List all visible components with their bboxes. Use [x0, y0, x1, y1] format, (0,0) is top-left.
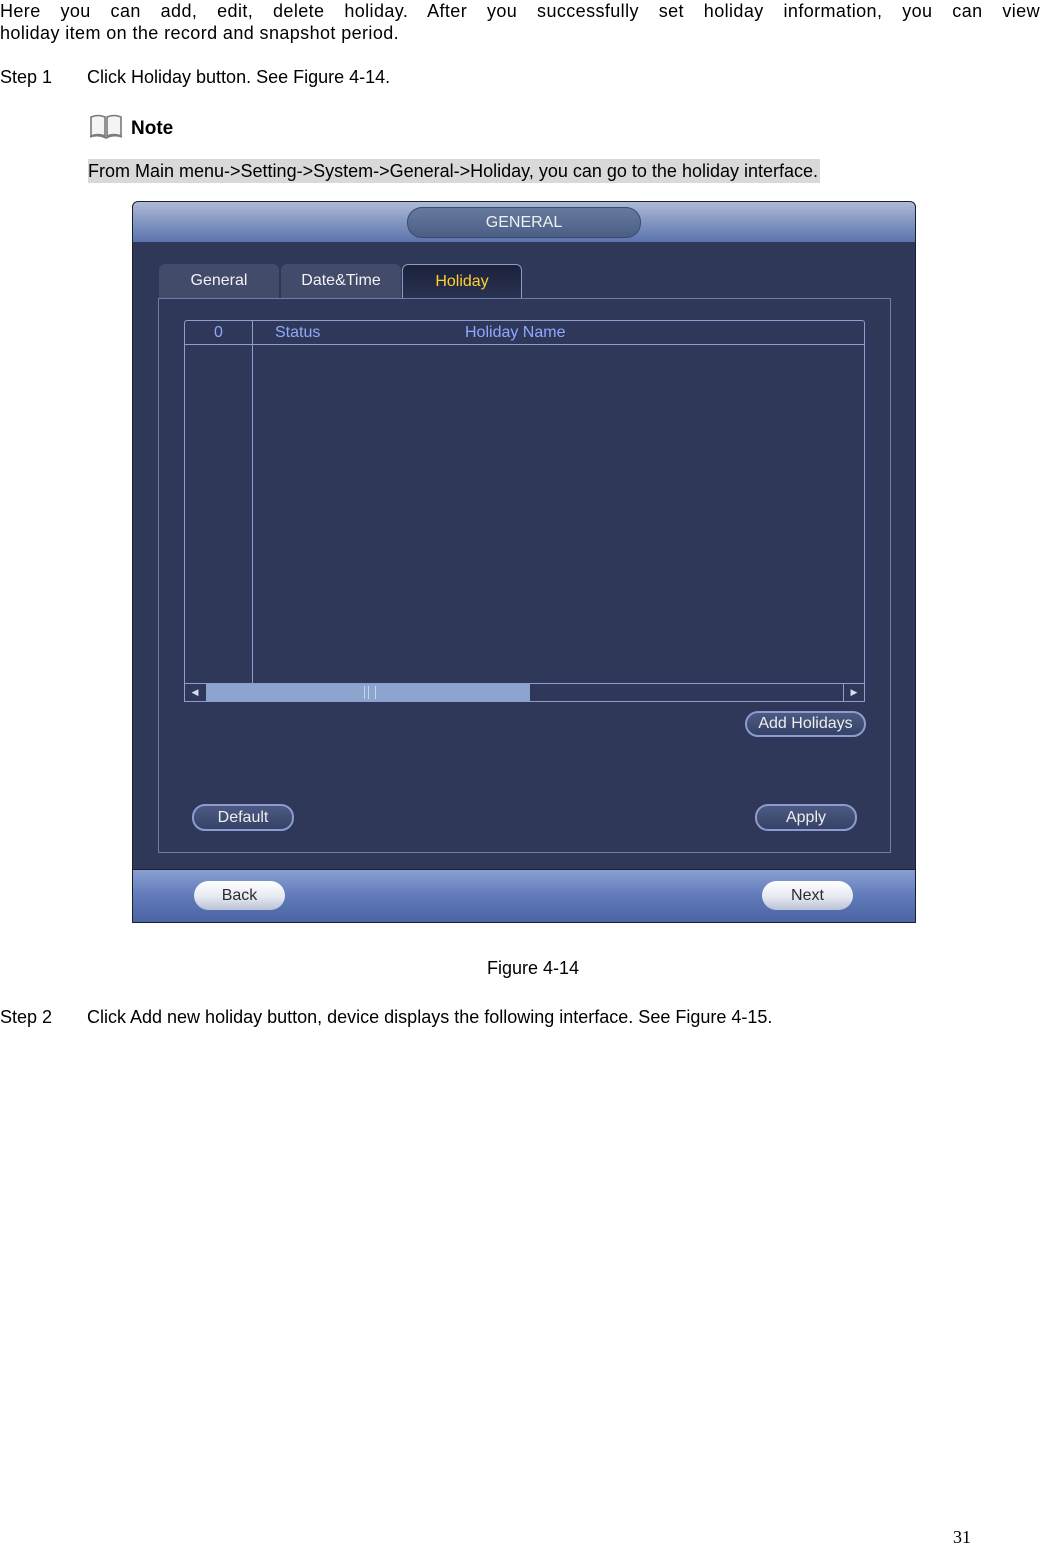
tab-holiday[interactable]: Holiday: [402, 264, 522, 299]
step-2-label: Step 2: [0, 1007, 53, 1027]
step-1: Step 1 Click Holiday button. See Figure 4…: [0, 66, 390, 88]
general-settings-window: GENERAL General Date&Time Holiday 0 Stat…: [132, 201, 916, 923]
note-heading: Note: [89, 110, 173, 140]
apply-button[interactable]: Apply: [755, 804, 857, 831]
header-status[interactable]: Status: [275, 321, 320, 344]
default-button[interactable]: Default: [192, 804, 294, 831]
tab-date-time[interactable]: Date&Time: [281, 264, 401, 298]
grip-icon: [364, 686, 376, 699]
step-2-text: Click Add new holiday button, device dis…: [87, 1007, 773, 1027]
header-count[interactable]: 0: [185, 321, 252, 344]
back-button[interactable]: Back: [194, 881, 285, 910]
intro-line-1: Here you can add, edit, delete holiday. …: [0, 1, 1040, 21]
title-bar: GENERAL: [133, 202, 915, 242]
note-title: Note: [131, 118, 174, 139]
step-2: Step 2 Click Add new holiday button, devi…: [0, 1006, 772, 1028]
intro-paragraph: Here you can add, edit, delete holiday. …: [0, 0, 1040, 44]
figure-caption: Figure 4-14: [486, 958, 580, 978]
arrow-left-icon[interactable]: ◀: [185, 684, 205, 701]
step-1-label: Step 1: [0, 67, 53, 87]
step-1-text: Click Holiday button. See Figure 4-14.: [87, 67, 391, 87]
horizontal-scrollbar[interactable]: ◀ ▶: [185, 683, 864, 701]
add-holidays-button[interactable]: Add Holidays: [745, 711, 866, 737]
book-icon: [89, 114, 125, 140]
header-holiday-name[interactable]: Holiday Name: [465, 321, 565, 344]
column-divider: [252, 321, 253, 683]
holiday-table: 0 Status Holiday Name ◀ ▶: [184, 320, 865, 702]
intro-line-2: holiday item on the record and snapshot …: [0, 23, 400, 43]
page-number: 31: [953, 1527, 971, 1547]
footer-bar: Back Next: [133, 869, 915, 922]
window-title: GENERAL: [407, 207, 641, 238]
table-header: 0 Status Holiday Name: [185, 321, 864, 345]
tab-general[interactable]: General: [159, 264, 279, 298]
note-text: From Main menu->Setting->System->General…: [88, 159, 821, 183]
scrollbar-thumb[interactable]: [206, 684, 530, 701]
arrow-right-icon[interactable]: ▶: [843, 684, 864, 701]
next-button[interactable]: Next: [762, 881, 853, 910]
